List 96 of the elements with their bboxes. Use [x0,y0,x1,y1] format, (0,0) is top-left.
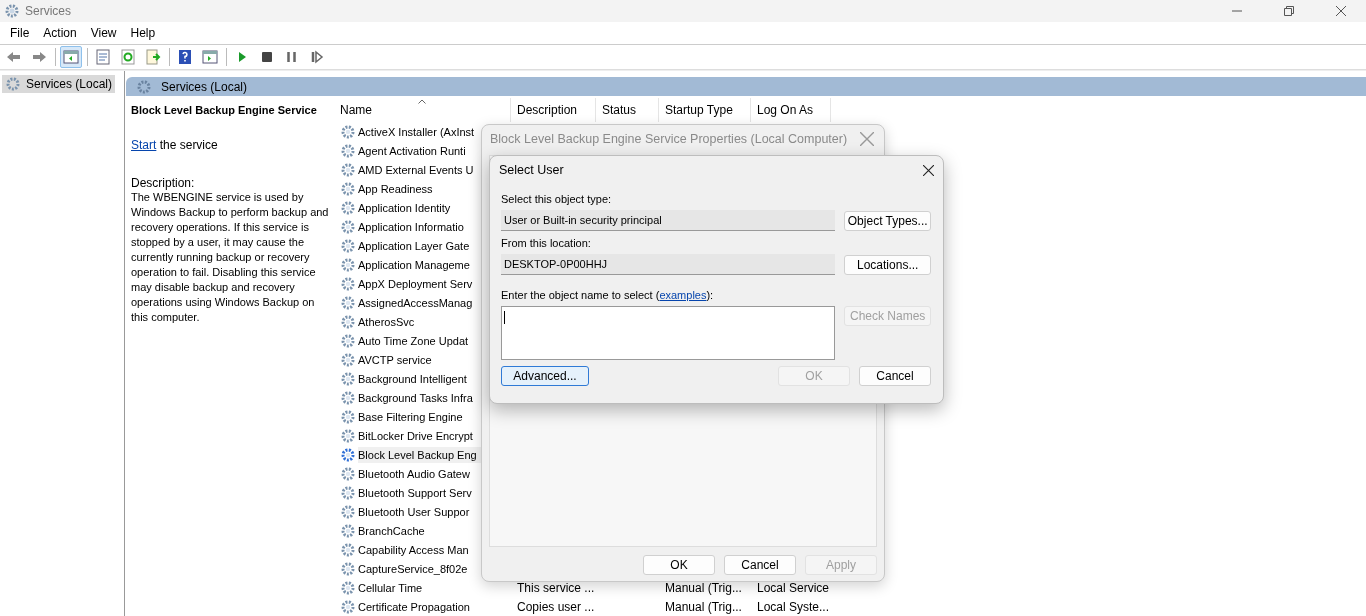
service-name[interactable]: BitLocker Drive Encrypt [334,427,511,444]
gear-icon [340,579,356,596]
service-name[interactable]: Auto Time Zone Updat [334,332,511,349]
gear-icon [340,560,356,577]
dialog-title: Select User [499,163,564,177]
gear-icon [340,446,356,463]
field-label: ): [706,289,714,301]
service-name[interactable]: Background Tasks Infra [334,389,511,406]
gear-icon [340,503,356,520]
gear-icon [340,522,356,539]
gear-icon [340,598,356,615]
tree-item[interactable]: Services (Local) [2,75,116,93]
pane-icon [63,49,79,65]
gear-icon [340,180,356,197]
service-name[interactable]: CaptureService_8f02e [334,560,511,577]
description-label: Description: [131,176,196,190]
service-name[interactable]: Bluetooth User Suppor [334,503,511,520]
gear-icon [4,3,20,19]
close-icon[interactable] [923,164,934,176]
service-name[interactable]: AppX Deployment Serv [334,275,511,292]
table-cell: Manual (Trig... [665,599,742,614]
service-name[interactable]: BranchCache [334,522,511,539]
start-link[interactable]: Start [131,138,157,152]
table-cell: Local Syste... [757,599,830,614]
gear-icon [340,370,356,387]
window-title: Services [25,4,71,18]
service-name[interactable]: Capability Access Man [334,541,511,558]
help-icon [177,49,193,65]
service-title: Block Level Backup Engine Service [131,104,318,116]
gear-icon [340,427,356,444]
menu-item[interactable]: Action [36,24,84,42]
service-name[interactable]: Base Filtering Engine [334,408,511,425]
column-header[interactable]: Log On As [751,98,831,122]
locations-button[interactable]: Locations... [844,254,931,275]
object-name-field[interactable] [501,306,836,360]
examples-link[interactable]: examples [659,289,707,301]
table-cell: Local Service [757,580,830,595]
restore-icon[interactable] [1284,6,1294,16]
table-cell: This service ... [517,580,595,595]
gear-icon [340,465,356,482]
menu-item[interactable]: View [83,24,124,42]
gear-icon [340,541,356,558]
object-types-button[interactable]: Object Types... [844,210,931,231]
column-header[interactable]: Description [511,98,596,122]
gear-icon [340,161,356,178]
gear-icon [340,313,356,330]
console-tree-button[interactable] [60,46,82,68]
export-icon [145,49,161,65]
stop-icon [259,49,275,65]
menu-item[interactable]: Help [123,24,163,42]
column-header[interactable]: Name [334,98,511,122]
gear-icon [340,218,356,235]
cancel-button[interactable]: Cancel [859,366,931,386]
gear-icon [340,142,356,159]
service-name[interactable]: Certificate Propagation [334,598,511,615]
dialog-button[interactable]: Cancel [724,555,796,575]
dialog-button[interactable]: OK [643,555,715,575]
close-icon[interactable] [1336,6,1346,16]
gear-icon [340,389,356,406]
gear-icon [340,275,356,292]
service-name[interactable]: Bluetooth Support Serv [334,484,511,501]
gear-icon [340,237,356,254]
pane-icon [202,49,218,65]
service-name[interactable]: Bluetooth Audio Gatew [334,465,511,482]
location-field: DESKTOP-0P00HHJ [501,254,836,275]
back-arrow-icon [6,49,22,65]
service-name[interactable]: AVCTP service [334,351,511,368]
gear-icon [340,484,356,501]
field-label: Enter the object name to select ( [501,289,660,301]
resume-icon [309,49,325,65]
advanced-button[interactable]: Advanced... [501,366,589,386]
object-type-field: User or Built-in security principal [501,210,836,231]
service-name[interactable]: AtherosSvc [334,313,511,330]
document-icon [95,49,111,65]
field-label: From this location: [501,237,592,250]
gear-icon [340,351,356,368]
start-text: the service [159,138,218,152]
gear-icon [340,123,356,140]
column-header[interactable]: Status [596,98,659,122]
gear-icon [340,332,356,349]
service-name[interactable]: Cellular Time [334,579,511,596]
gear-icon [340,256,356,273]
gear-icon [340,199,356,216]
refresh-icon [120,49,136,65]
gear-icon [340,294,356,311]
description-text: The WBENGINE service is used by Windows Backup to perform backup and recovery operations. If this service is stopped by a user, it may cause the currently running backup or recovery operation to fail. Disabling this service may disable backup and recovery operations using Windows Backup on this computer. [131,190,330,325]
menu-item[interactable]: File [3,24,37,42]
gear-icon [136,78,152,95]
column-header[interactable]: Startup Type [659,98,751,122]
gear-icon [340,408,356,425]
field-label: Select this object type: [501,193,613,206]
table-cell: Manual (Trig... [665,580,742,595]
forward-arrow-icon [31,49,47,65]
gear-icon [5,76,21,92]
pane-title: Services (Local) [161,79,248,94]
table-cell: Copies user ... [517,599,595,614]
